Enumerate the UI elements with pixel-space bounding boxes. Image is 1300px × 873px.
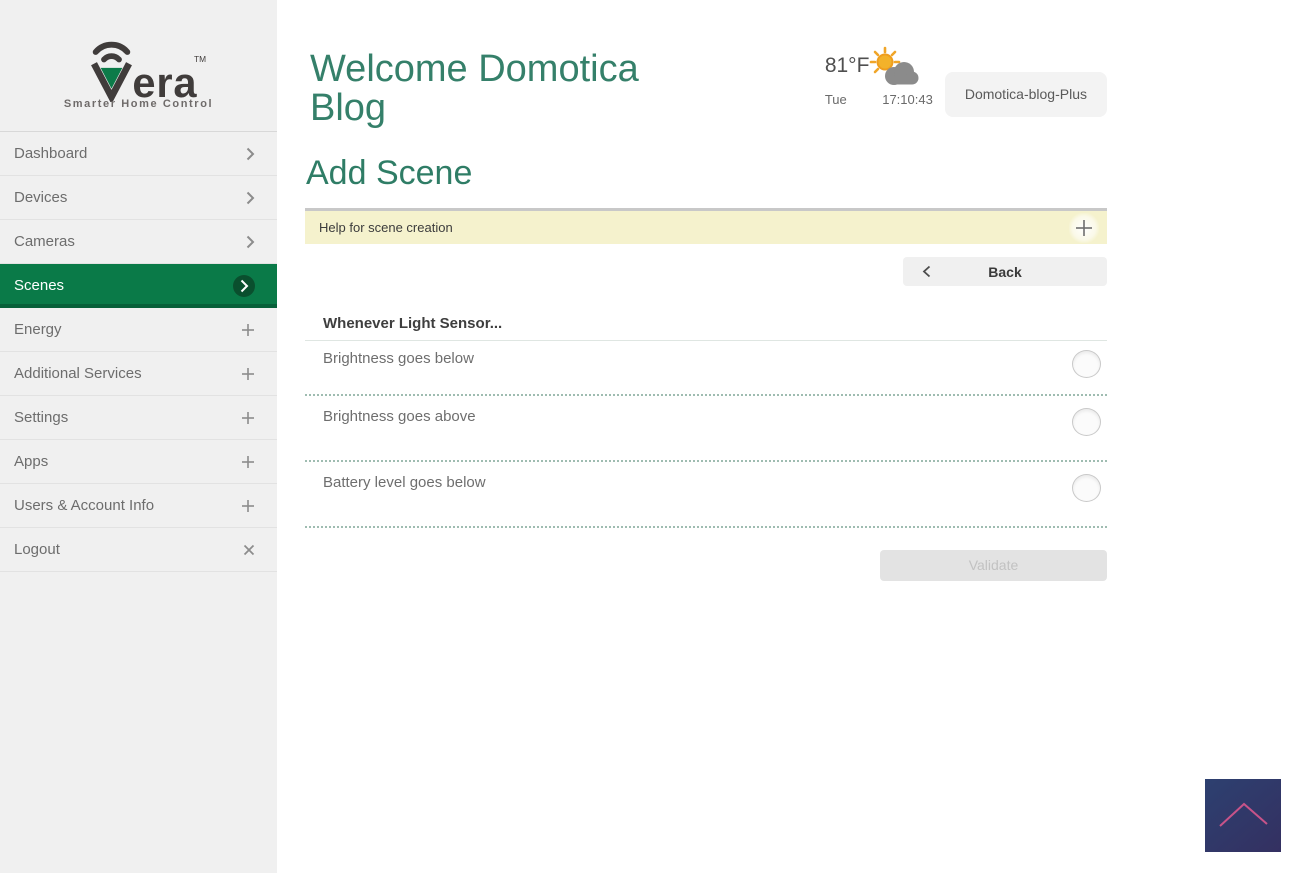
sidebar-item-devices[interactable]: Devices (0, 176, 277, 220)
trigger-option-label: Battery level goes below (323, 474, 486, 491)
logo-trademark: TM (194, 54, 206, 64)
radio-button[interactable] (1072, 408, 1101, 436)
help-label: Help for scene creation (319, 220, 453, 235)
sidebar-item-label: Apps (14, 453, 48, 470)
sidebar-item-label: Users & Account Info (14, 497, 154, 514)
plus-icon (241, 455, 255, 469)
chevron-right-icon (246, 147, 255, 161)
sidebar-item-dashboard[interactable]: Dashboard (0, 132, 277, 176)
app-root: era TM Smarter Home Control Dashboard Dev… (0, 0, 1300, 873)
chevron-right-icon (246, 191, 255, 205)
radio-button[interactable] (1072, 474, 1101, 502)
sidebar-item-label: Logout (14, 541, 60, 558)
page-title: Add Scene (306, 154, 1107, 193)
expand-help-button[interactable] (1069, 213, 1099, 243)
brand-tagline: Smarter Home Control (64, 98, 213, 110)
sidebar-item-label: Additional Services (14, 365, 142, 382)
weather-time: 17:10:43 (882, 92, 933, 107)
page-header: Welcome Domotica Blog 81°F (305, 50, 1107, 128)
trigger-option-label: Brightness goes below (323, 350, 474, 367)
sidebar-item-label: Energy (14, 321, 62, 338)
sidebar-item-label: Settings (14, 409, 68, 426)
brand-logo[interactable]: era TM Smarter Home Control (0, 0, 277, 131)
back-button[interactable]: Back (903, 257, 1107, 286)
sidebar-item-label: Devices (14, 189, 67, 206)
chevron-right-icon (246, 235, 255, 249)
weather-bottom: Tue 17:10:43 (825, 92, 933, 107)
radio-button[interactable] (1072, 350, 1101, 378)
chevron-left-icon (922, 265, 931, 278)
chevron-up-icon (1205, 779, 1281, 852)
section-title: Whenever Light Sensor... (305, 315, 1107, 341)
sidebar-item-settings[interactable]: Settings (0, 396, 277, 440)
trigger-section: Whenever Light Sensor... Brightness goes… (305, 315, 1107, 528)
sidebar-item-label: Scenes (14, 277, 64, 294)
sidebar-item-label: Cameras (14, 233, 75, 250)
plus-icon (1075, 219, 1093, 237)
chevron-right-icon (233, 275, 255, 297)
weather-widget: 81°F (825, 46, 933, 107)
scroll-to-top-button[interactable] (1205, 779, 1281, 852)
plus-icon (241, 323, 255, 337)
trigger-option-label: Brightness goes above (323, 408, 476, 425)
weather-top: 81°F (825, 46, 933, 90)
sidebar-item-users-account-info[interactable]: Users & Account Info (0, 484, 277, 528)
plus-icon (241, 411, 255, 425)
logo-text: era (132, 59, 197, 102)
scene-trigger-option: Brightness goes below (305, 341, 1107, 396)
controller-selector[interactable]: Domotica-blog-Plus (945, 72, 1107, 117)
sidebar-item-apps[interactable]: Apps (0, 440, 277, 484)
welcome-heading: Welcome Domotica Blog (310, 50, 680, 128)
validate-button[interactable]: Validate (880, 550, 1107, 581)
sidebar-item-energy[interactable]: Energy (0, 308, 277, 352)
trigger-options-list: Brightness goes below Brightness goes abo… (305, 341, 1107, 528)
scene-trigger-option: Brightness goes above (305, 396, 1107, 462)
sidebar-menu: Dashboard Devices Cameras Scenes Energy Addit… (0, 131, 277, 572)
plus-icon (241, 499, 255, 513)
sidebar-item-cameras[interactable]: Cameras (0, 220, 277, 264)
scene-trigger-option: Battery level goes below (305, 462, 1107, 528)
help-banner[interactable]: Help for scene creation (305, 208, 1107, 244)
sidebar-item-label: Dashboard (14, 145, 87, 162)
sidebar: era TM Smarter Home Control Dashboard Dev… (0, 0, 277, 873)
close-icon (243, 544, 255, 556)
back-label: Back (903, 264, 1107, 280)
main-content: Welcome Domotica Blog 81°F (277, 0, 1300, 873)
partly-cloudy-icon (869, 46, 919, 90)
sidebar-item-additional-services[interactable]: Additional Services (0, 352, 277, 396)
sidebar-item-scenes[interactable]: Scenes (0, 264, 277, 308)
sidebar-item-logout[interactable]: Logout (0, 528, 277, 572)
vera-logo-icon: era TM (59, 32, 219, 102)
weather-day: Tue (825, 92, 847, 107)
plus-icon (241, 367, 255, 381)
temperature-value: 81°F (825, 54, 870, 78)
